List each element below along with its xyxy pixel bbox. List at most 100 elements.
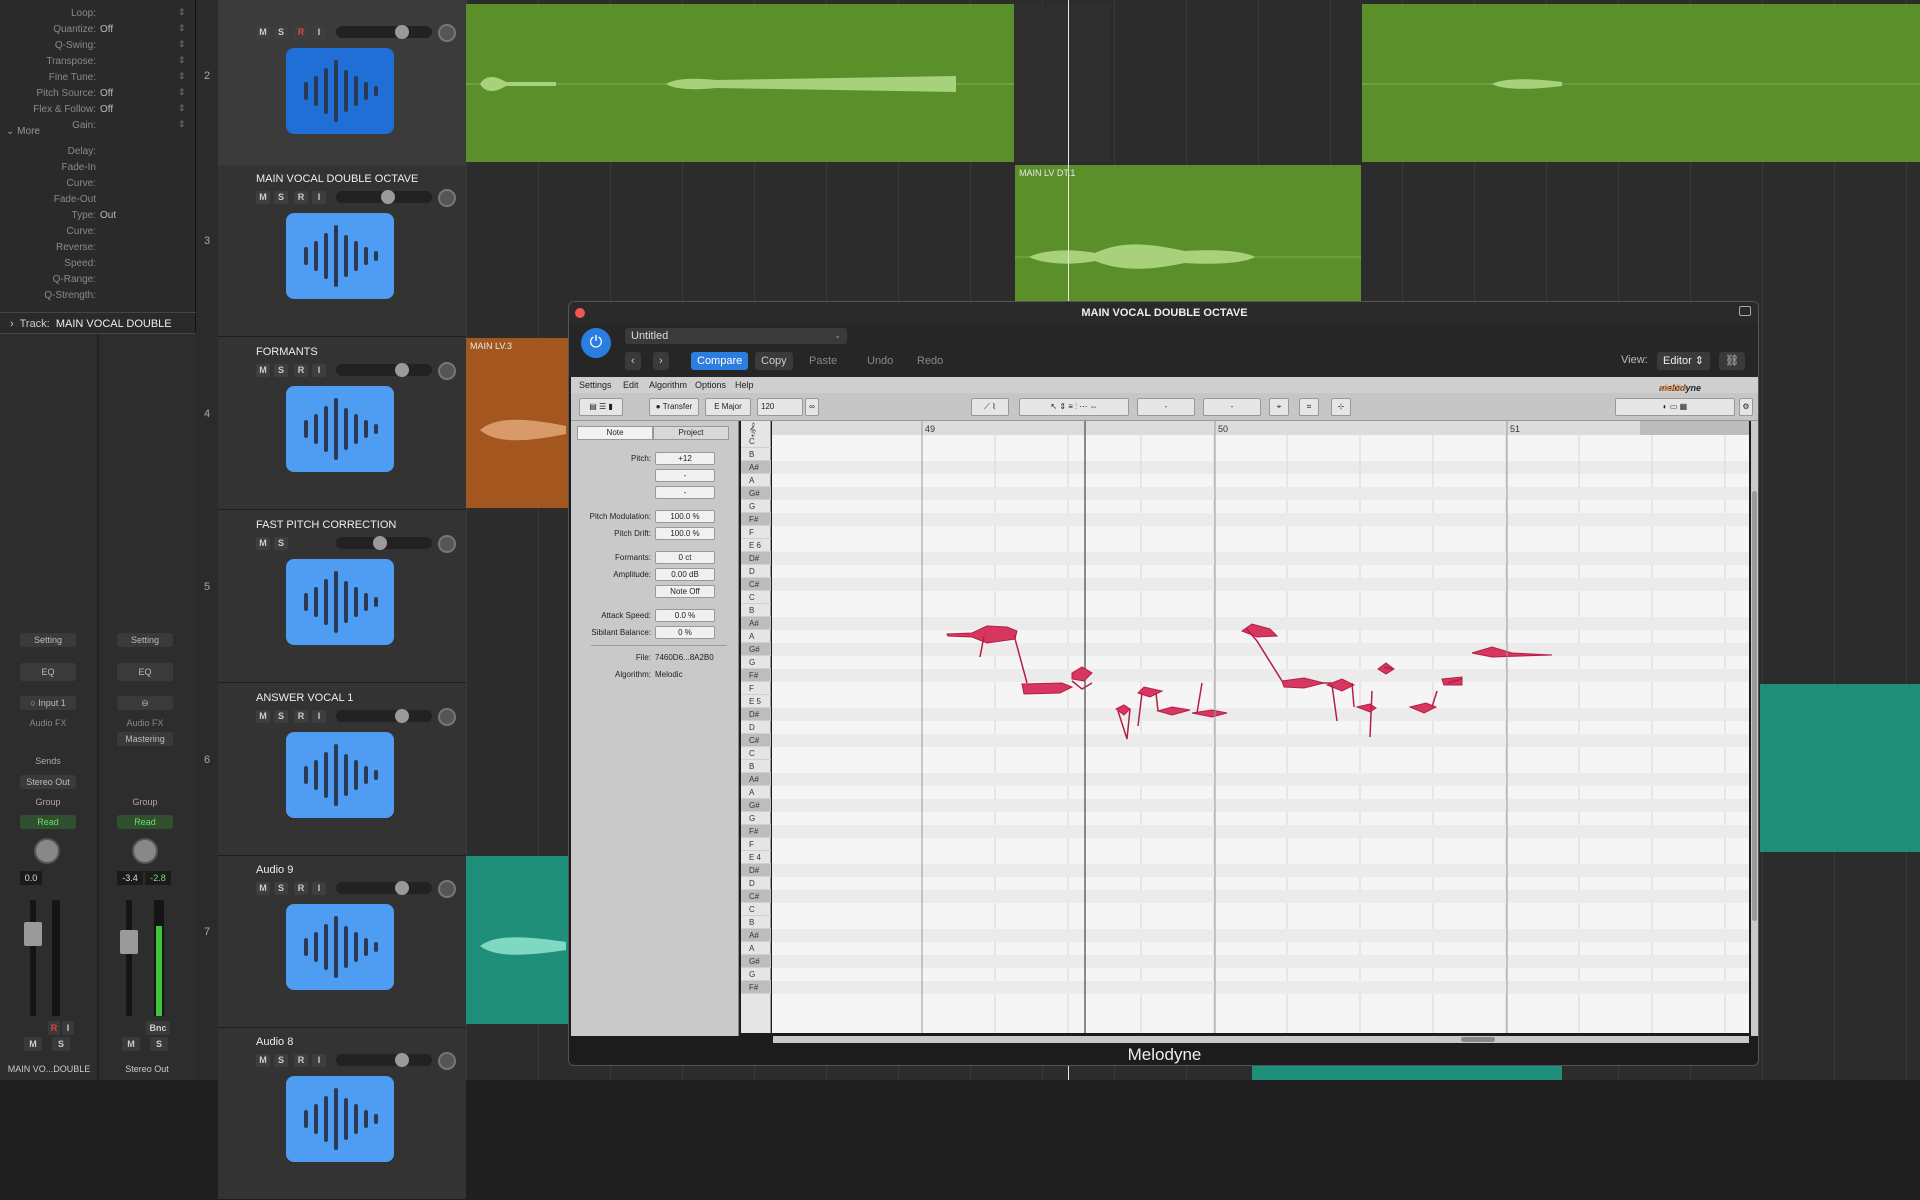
track-header[interactable]: Audio 8 MSRI <box>218 1028 466 1200</box>
attack-field[interactable]: 0.0 % <box>655 609 715 622</box>
group-left[interactable]: Group <box>20 795 76 809</box>
input-monitor-button[interactable]: I <box>312 710 326 723</box>
pitch-key[interactable]: A# <box>741 929 771 942</box>
pitch-key[interactable]: B <box>741 760 771 773</box>
pitch-key[interactable]: F <box>741 682 771 695</box>
inspector-row[interactable]: Transpose: ⇕ <box>0 54 196 70</box>
volume-knob[interactable] <box>372 536 387 550</box>
input-monitor-button[interactable]: I <box>312 364 326 377</box>
menu-help[interactable]: Help <box>735 380 754 390</box>
record-button[interactable]: R <box>294 710 308 723</box>
melodyne-title-bar[interactable]: MAIN VOCAL DOUBLE OCTAVE <box>569 302 1758 324</box>
input-monitor-button[interactable]: I <box>312 1054 326 1067</box>
pitch-key[interactable]: A <box>741 942 771 955</box>
volume-knob[interactable] <box>395 709 410 723</box>
inspector-row[interactable]: Fine Tune: ⇕ <box>0 70 196 86</box>
setting-button-right[interactable]: Setting <box>117 633 173 647</box>
compare-button[interactable]: Compare <box>691 352 749 370</box>
input-monitor-button[interactable]: I <box>312 191 326 204</box>
pitch-key[interactable]: F# <box>741 981 771 994</box>
pitch-key[interactable]: B <box>741 448 771 461</box>
pitch-key[interactable]: A <box>741 474 771 487</box>
pitch-key[interactable]: E 5 <box>741 695 771 708</box>
pitch-key[interactable]: D <box>741 565 771 578</box>
mastering-slot[interactable]: Mastering <box>117 732 173 746</box>
tempo-link-icon[interactable]: ∞ <box>805 398 819 416</box>
pitch-key[interactable]: D# <box>741 864 771 877</box>
record-button[interactable]: R <box>294 191 308 204</box>
pitch-key[interactable]: A <box>741 786 771 799</box>
solo-button[interactable]: S <box>274 364 288 377</box>
menu-algorithm[interactable]: Algorithm <box>649 380 687 390</box>
inspector-more-row[interactable]: Fade-Out <box>0 192 196 208</box>
inspector-more-row[interactable]: Type: Out <box>0 208 196 224</box>
pan-knob[interactable] <box>438 1052 456 1070</box>
mute-button[interactable]: M <box>256 364 270 377</box>
gear-icon[interactable]: ⚙ <box>1739 398 1753 416</box>
pitch-key[interactable]: C <box>741 591 771 604</box>
pitch-key[interactable]: B <box>741 916 771 929</box>
tab-project[interactable]: Project <box>653 426 729 440</box>
undo-button[interactable]: Undo <box>861 352 899 370</box>
pitch-key[interactable]: F# <box>741 669 771 682</box>
pitch-key[interactable]: E 4 <box>741 851 771 864</box>
inspector-more-row[interactable]: Q-Strength: <box>0 288 196 304</box>
pitch-key[interactable]: D# <box>741 552 771 565</box>
audio-region-teal-left[interactable] <box>466 856 568 1024</box>
menu-options[interactable]: Options <box>695 380 726 390</box>
volume-slider[interactable] <box>336 709 432 723</box>
mute-button[interactable]: M <box>256 537 270 550</box>
mute-button[interactable]: M <box>256 1054 270 1067</box>
close-icon[interactable] <box>575 308 585 318</box>
tool-param-field[interactable]: - <box>1137 398 1195 416</box>
note-off-button[interactable]: Note Off <box>655 585 715 598</box>
volume-knob[interactable] <box>381 190 396 204</box>
pitch-key[interactable]: G <box>741 656 771 669</box>
automation-read-right[interactable]: Read <box>117 815 173 829</box>
pan-knob[interactable] <box>438 535 456 553</box>
pitch-field-c[interactable]: - <box>655 486 715 499</box>
track-header[interactable]: FAST PITCH CORRECTION M S <box>218 511 466 683</box>
audio-region-track2-a[interactable] <box>466 4 1014 162</box>
group-right[interactable]: Group <box>117 795 173 809</box>
mute-button-left[interactable]: M <box>24 1037 42 1051</box>
record-button[interactable]: R <box>294 26 308 39</box>
tempo-field[interactable]: 120 <box>757 398 803 416</box>
pan-knob[interactable] <box>438 24 456 42</box>
pitch-key[interactable]: C <box>741 747 771 760</box>
main-tools-icon[interactable]: ↖ ⇕ ≡ ⫶ ⋯ ⇔ <box>1019 398 1129 416</box>
output-button[interactable]: Stereo Out <box>20 775 76 789</box>
solo-button[interactable]: S <box>274 710 288 723</box>
amplitude-field[interactable]: 0.00 dB <box>655 568 715 581</box>
bounce-button[interactable]: Bnc <box>146 1021 170 1035</box>
pitch-key[interactable]: G# <box>741 487 771 500</box>
audio-region-track2-b[interactable] <box>1362 4 1920 162</box>
mute-button[interactable]: M <box>256 191 270 204</box>
volume-slider[interactable] <box>336 1053 432 1067</box>
pitch-key[interactable]: F <box>741 838 771 851</box>
pitch-field-b[interactable]: - <box>655 469 715 482</box>
mute-button[interactable]: M <box>256 882 270 895</box>
pitch-key[interactable]: D <box>741 721 771 734</box>
pitch-key[interactable]: C# <box>741 890 771 903</box>
input-monitor-button[interactable]: I <box>312 882 326 895</box>
pitch-key[interactable]: G# <box>741 799 771 812</box>
view-dropdown[interactable]: Editor ⇕ <box>1657 352 1711 370</box>
pitch-key[interactable]: G <box>741 812 771 825</box>
more-disclosure[interactable]: ⌄ More <box>6 126 40 137</box>
mute-button-right[interactable]: M <box>122 1037 140 1051</box>
tool-param-field-2[interactable]: - <box>1203 398 1261 416</box>
eq-button-left[interactable]: EQ <box>20 663 76 681</box>
pitch-key[interactable]: A# <box>741 617 771 630</box>
pitch-key[interactable]: G# <box>741 643 771 656</box>
snap-icon[interactable]: ⌖ <box>1269 398 1289 416</box>
center-icon[interactable]: ⊹ <box>1331 398 1351 416</box>
vscroll-thumb[interactable] <box>1752 491 1757 921</box>
inspector-row[interactable]: Flex & Follow: Off ⇕ <box>0 102 196 118</box>
volume-slider[interactable] <box>336 190 432 204</box>
pitch-key[interactable]: B <box>741 604 771 617</box>
pitch-key[interactable]: G <box>741 500 771 513</box>
track-inspector-header[interactable]: › Track: MAIN VOCAL DOUBLE <box>0 312 196 334</box>
track-header[interactable]: Audio 9 MSRI <box>218 856 466 1028</box>
inspector-more-row[interactable]: Curve: <box>0 176 196 192</box>
